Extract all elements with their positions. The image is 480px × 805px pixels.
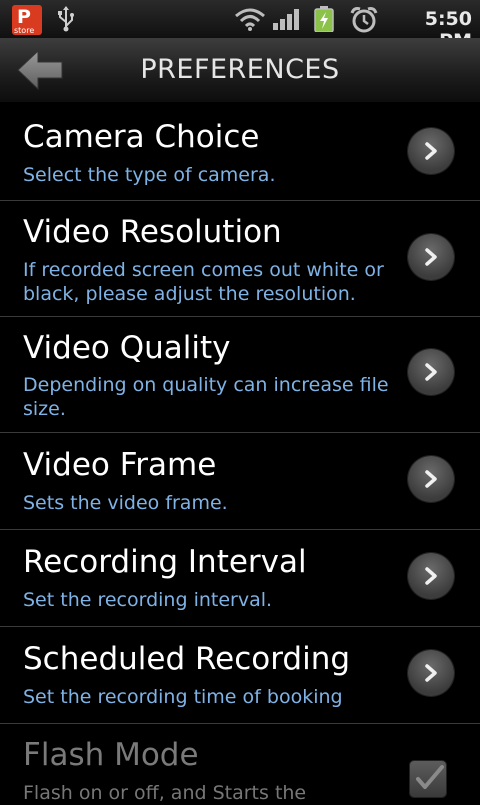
pref-summary: Set the recording interval. xyxy=(23,589,273,611)
checkbox-icon[interactable] xyxy=(410,761,446,797)
pref-camera-choice[interactable]: Camera Choice Select the type of camera. xyxy=(0,103,480,201)
pref-summary: Depending on quality can increase file s… xyxy=(23,374,389,420)
pref-summary: Set the recording time of booking xyxy=(23,686,343,708)
pref-title: Video Frame xyxy=(23,447,217,483)
chevron-right-icon[interactable] xyxy=(408,456,454,502)
usb-icon xyxy=(58,6,74,32)
signal-icon xyxy=(273,9,299,30)
store-icon[interactable]: P store xyxy=(12,5,42,35)
alarm-icon xyxy=(350,7,378,33)
pref-summary: Select the type of camera. xyxy=(23,164,276,186)
pref-video-quality[interactable]: Video Quality Depending on quality can i… xyxy=(0,317,480,433)
status-bar: P store 5:50 PM xyxy=(0,0,480,52)
wifi-icon xyxy=(235,8,265,31)
page-title: PREFERENCES xyxy=(140,54,340,85)
pref-title: Camera Choice xyxy=(23,119,260,155)
chevron-right-icon[interactable] xyxy=(408,234,454,280)
chevron-right-icon[interactable] xyxy=(408,128,454,174)
store-label: store xyxy=(14,26,35,35)
title-bar: PREFERENCES xyxy=(0,38,480,103)
chevron-right-icon[interactable] xyxy=(408,553,454,599)
pref-title: Video Quality xyxy=(23,330,231,366)
pref-title: Video Resolution xyxy=(23,214,282,250)
store-glyph: P xyxy=(17,6,31,28)
pref-summary: If recorded screen comes out white or bl… xyxy=(23,259,384,305)
chevron-right-icon[interactable] xyxy=(408,650,454,696)
battery-charging-icon xyxy=(314,6,334,32)
pref-scheduled-recording[interactable]: Scheduled Recording Set the recording ti… xyxy=(0,627,480,724)
pref-title: Flash Mode xyxy=(23,737,199,773)
pref-recording-interval[interactable]: Recording Interval Set the recording int… xyxy=(0,530,480,627)
pref-video-resolution[interactable]: Video Resolution If recorded screen come… xyxy=(0,201,480,317)
pref-title: Recording Interval xyxy=(23,544,307,580)
pref-summary: Sets the video frame. xyxy=(23,492,228,514)
chevron-right-icon[interactable] xyxy=(408,349,454,395)
pref-title: Scheduled Recording xyxy=(23,641,351,677)
pref-video-frame[interactable]: Video Frame Sets the video frame. xyxy=(0,433,480,530)
pref-summary: Flash on or off, and Starts the xyxy=(23,782,307,804)
pref-flash-mode[interactable]: Flash Mode Flash on or off, and Starts t… xyxy=(0,724,480,804)
